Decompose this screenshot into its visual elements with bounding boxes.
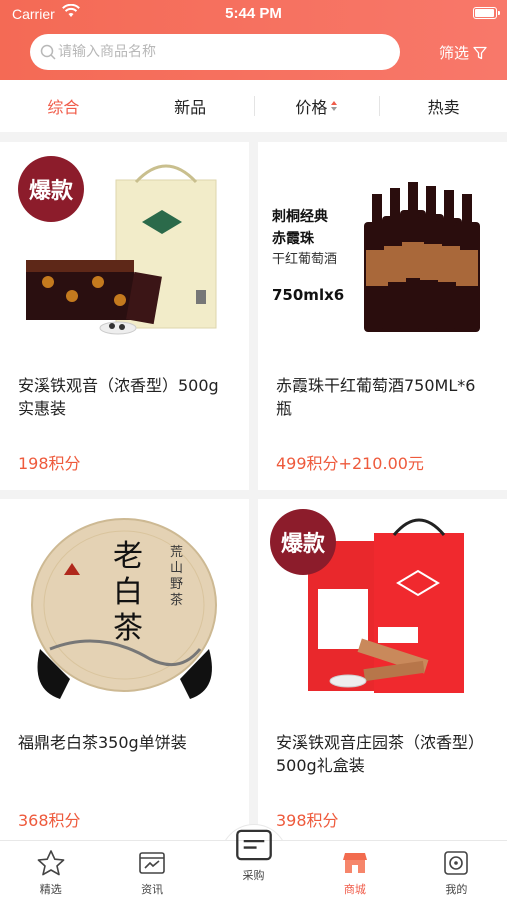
product-card[interactable]: 爆款 安溪铁观音（浓香型）500g实惠装 198积分 — [0, 142, 249, 490]
tea-cake-name: 老白茶 — [113, 539, 143, 646]
sort-tabs: 综合 新品 价格 热卖 — [0, 80, 507, 132]
header-bar: Carrier 5:44 PM 筛选 — [0, 0, 507, 80]
product-title: 安溪铁观音（浓香型）500g实惠装 — [18, 376, 219, 418]
product-price: 368积分 — [18, 811, 81, 830]
product-title: 福鼎老白茶350g单饼装 — [18, 733, 187, 752]
tabbar-label: 精选 — [39, 883, 62, 896]
product-card[interactable]: 爆款 安溪铁观音庄园茶（浓香型）500g礼盒装 398积分 — [258, 499, 507, 847]
sort-arrows-icon — [331, 101, 338, 111]
filter-button[interactable]: 筛选 — [439, 42, 487, 63]
tabbar-label: 采购 — [242, 869, 265, 882]
tabbar-item-news[interactable]: 资讯 — [101, 841, 202, 900]
product-image: 老白茶 荒山野茶 — [0, 499, 249, 725]
store-icon — [342, 853, 367, 873]
tab-label: 新品 — [174, 98, 207, 117]
funnel-icon — [473, 46, 487, 59]
news-icon — [139, 852, 165, 874]
tab-label: 价格 — [295, 98, 328, 117]
hot-badge: 爆款 — [18, 156, 84, 222]
tabbar-label: 资讯 — [141, 883, 164, 896]
search-input[interactable] — [58, 40, 388, 64]
search-box[interactable] — [30, 34, 400, 70]
tab-label: 综合 — [47, 98, 80, 117]
filter-label: 筛选 — [438, 44, 469, 62]
battery-icon — [473, 7, 500, 19]
product-image: 爆款 — [258, 499, 507, 725]
tab-comprehensive[interactable]: 综合 — [0, 80, 127, 132]
tea-cake-side-text: 荒山野茶 — [170, 545, 184, 608]
search-icon — [40, 44, 56, 60]
wine-bottles-illustration — [364, 182, 480, 332]
product-image: 爆款 — [0, 142, 249, 368]
star-icon — [37, 850, 65, 876]
hot-badge: 爆款 — [270, 509, 336, 575]
tabbar-label: 我的 — [445, 883, 468, 896]
purchase-icon — [235, 829, 272, 861]
product-card[interactable]: 刺桐经典 赤霞珠 干红葡萄酒 750mlx6 赤霞珠干红葡萄酒750ML*6瓶 … — [258, 142, 507, 490]
tab-price[interactable]: 价格 — [253, 80, 381, 132]
product-title: 赤霞珠干红葡萄酒750ML*6瓶 — [276, 376, 476, 418]
product-price: 499积分+210.00元 — [276, 454, 424, 473]
bottom-tab-bar: 精选 资讯 采购 商城 我的 — [0, 829, 507, 900]
product-price: 198积分 — [18, 454, 81, 473]
tabbar-item-store[interactable]: 商城 — [304, 841, 405, 900]
tab-hot[interactable]: 热卖 — [380, 80, 507, 132]
product-title: 安溪铁观音庄园茶（浓香型）500g礼盒装 — [276, 733, 485, 775]
tabbar-label: 商城 — [343, 883, 366, 896]
tabbar-item-profile[interactable]: 我的 — [406, 841, 507, 900]
status-bar: Carrier 5:44 PM — [0, 0, 507, 28]
product-image: 刺桐经典 赤霞珠 干红葡萄酒 750mlx6 — [258, 142, 507, 368]
tab-new[interactable]: 新品 — [127, 80, 254, 132]
divider — [253, 96, 255, 116]
product-card[interactable]: 老白茶 荒山野茶 福鼎老白茶350g单饼装 368积分 — [0, 499, 249, 847]
clock: 5:44 PM — [225, 5, 282, 22]
tab-label: 热卖 — [427, 98, 460, 117]
profile-icon — [444, 851, 469, 875]
tabbar-item-featured[interactable]: 精选 — [0, 841, 101, 900]
tabbar-item-purchase[interactable]: 采购 — [203, 827, 304, 900]
